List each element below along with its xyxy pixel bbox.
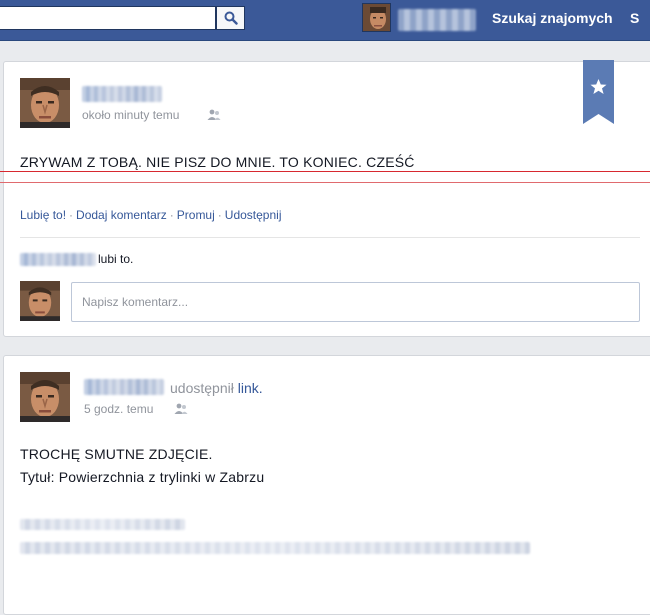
top-navigation-bar: Szukaj znajomych S	[0, 0, 650, 41]
post-card: około minuty temu ZRYWAM Z TOBĄ. NIE PIS…	[3, 60, 650, 337]
link-description-blurred	[20, 542, 530, 554]
post-text: ZRYWAM Z TOBĄ. NIE PISZ DO MNIE. TO KONI…	[20, 154, 415, 170]
author-name-blurred[interactable]	[84, 379, 164, 395]
promote-link[interactable]: Promuj	[177, 208, 215, 222]
search-icon	[224, 11, 238, 25]
author-avatar[interactable]	[20, 372, 70, 422]
profile-avatar[interactable]	[362, 3, 391, 32]
author-avatar[interactable]	[20, 78, 70, 128]
separator: ·	[69, 208, 74, 222]
comment-input[interactable]	[71, 282, 640, 322]
find-friends-link[interactable]: Szukaj znajomych	[492, 10, 613, 26]
search-button[interactable]	[216, 6, 245, 30]
author-name-blurred[interactable]	[82, 86, 162, 102]
likes-suffix: lubi to.	[98, 252, 134, 266]
search-input[interactable]	[0, 6, 216, 30]
post-text-line1: TROCHĘ SMUTNE ZDJĘCIE.	[20, 446, 213, 462]
highlight-line	[0, 182, 650, 183]
highlight-line	[0, 171, 650, 172]
shared-verb: udostępnił	[170, 380, 234, 396]
post-card: udostępnił link. 5 godz. temu TROCHĘ SMU…	[3, 355, 650, 615]
post-timestamp[interactable]: około minuty temu	[82, 108, 179, 122]
star-icon[interactable]	[583, 60, 614, 124]
likes-summary: lubi to.	[20, 252, 133, 266]
shared-line: udostępnił link.	[170, 380, 263, 396]
separator: ·	[217, 208, 222, 222]
like-link[interactable]: Lubię to!	[20, 208, 66, 222]
profile-name-blurred[interactable]	[398, 9, 476, 31]
share-link[interactable]: Udostępnij	[225, 208, 282, 222]
commenter-avatar[interactable]	[20, 281, 60, 321]
liker-name-blurred[interactable]	[20, 252, 96, 266]
divider	[20, 237, 640, 238]
separator: ·	[169, 208, 174, 222]
link-title-blurred[interactable]	[20, 519, 185, 530]
friends-icon[interactable]	[207, 109, 221, 121]
shared-link[interactable]: link.	[238, 380, 263, 396]
post-text-line2: Tytuł: Powierzchnia z trylinki w Zabrzu	[20, 469, 265, 485]
post-timestamp[interactable]: 5 godz. temu	[84, 402, 153, 416]
post-actions: Lubię to! · Dodaj komentarz · Promuj · Udostęp…	[20, 208, 281, 222]
add-comment-link[interactable]: Dodaj komentarz	[76, 208, 167, 222]
friends-icon[interactable]	[174, 403, 188, 415]
nav-link-truncated[interactable]: S	[630, 10, 639, 26]
